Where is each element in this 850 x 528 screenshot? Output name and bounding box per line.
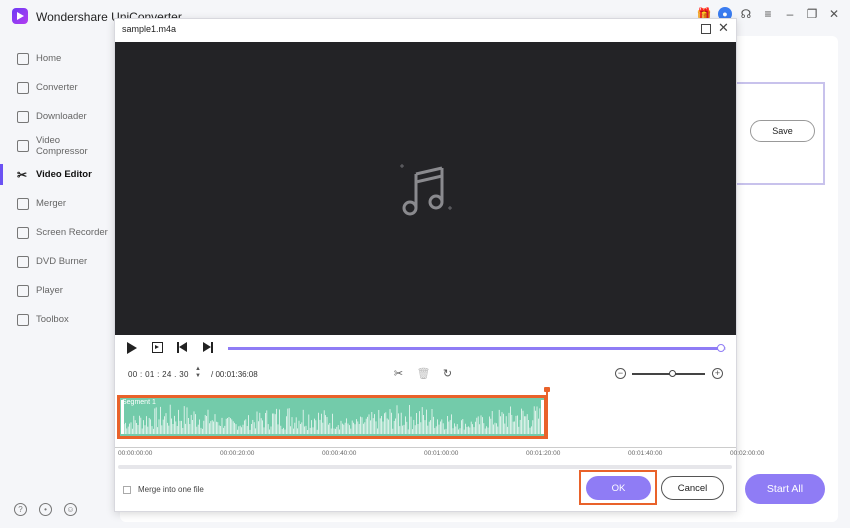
- refresh-icon[interactable]: ↻: [441, 367, 454, 380]
- segment-label: Segment 1: [122, 399, 156, 406]
- sidebar-item-label: Video Compressor: [35, 134, 88, 157]
- support-icon[interactable]: ☊: [738, 6, 754, 22]
- sidebar-item-label: Downloader: [36, 111, 87, 122]
- merger-icon: [17, 197, 29, 210]
- sidebar-item-label: Player: [36, 285, 63, 296]
- toolbox-icon: [17, 313, 29, 326]
- current-time-field[interactable]: 00 : 01 : 24 . 30: [128, 370, 189, 379]
- ruler-line: [115, 447, 736, 448]
- zoom-in-icon[interactable]: +: [712, 368, 723, 379]
- zoom-out-icon[interactable]: −: [615, 368, 626, 379]
- time-ruler: 00:00:00:00 00:00:20:00 00:00:40:00 00:0…: [115, 447, 764, 463]
- ruler-tick-label: 00:00:00:00: [118, 450, 153, 457]
- menu-icon[interactable]: ≡: [760, 6, 776, 22]
- notification-icon[interactable]: •: [39, 503, 52, 516]
- home-icon: [17, 52, 29, 65]
- play-button[interactable]: [127, 342, 137, 354]
- total-duration: / 00:01:36:08: [211, 370, 258, 379]
- player-icon: [17, 284, 29, 297]
- sidebar-item-merger[interactable]: Merger: [0, 189, 114, 218]
- dialog-title: sample1.m4a: [122, 24, 177, 34]
- stop-button[interactable]: [152, 342, 163, 353]
- previous-frame-button[interactable]: [177, 342, 187, 353]
- help-icon[interactable]: ?: [14, 503, 27, 516]
- sidebar-item-label: Toolbox: [36, 314, 69, 325]
- ruler-tick-label: 00:01:00:00: [424, 450, 459, 457]
- merge-checkbox[interactable]: [123, 485, 131, 494]
- edit-toolbar: 00 : 01 : 24 . 30 ▲ ▼ / 00:01:36:08 ✂ 🗑 ↻…: [115, 361, 736, 391]
- media-preview: [115, 42, 736, 335]
- audio-timeline: Segment 1 00:00:00:00 00:00:20:00 00:00:…: [115, 387, 764, 463]
- segment-end-handle[interactable]: [541, 400, 544, 434]
- progress-fill: [228, 347, 722, 350]
- scissors-icon[interactable]: ✂: [392, 367, 405, 380]
- sidebar-item-video-compressor[interactable]: Video Compressor: [0, 131, 114, 160]
- sidebar-item-converter[interactable]: Converter: [0, 73, 114, 102]
- downloader-icon: [17, 110, 29, 123]
- sidebar-item-dvd-burner[interactable]: DVD Burner: [0, 247, 114, 276]
- dvd-icon: [17, 255, 29, 268]
- playback-controls: [115, 335, 736, 361]
- close-icon[interactable]: ✕: [826, 6, 842, 22]
- sidebar-item-screen-recorder[interactable]: Screen Recorder: [0, 218, 114, 247]
- sidebar-footer: ? • ☺: [14, 503, 77, 516]
- sidebar-item-home[interactable]: Home: [0, 44, 114, 73]
- sidebar-item-label: Home: [36, 53, 62, 64]
- audio-segment[interactable]: Segment 1: [117, 395, 547, 439]
- zoom-slider-knob[interactable]: [668, 370, 676, 377]
- sidebar: Home Converter Downloader Video Compress…: [0, 44, 114, 334]
- sidebar-item-label: Merger: [36, 198, 67, 209]
- maximize-icon[interactable]: [701, 24, 711, 34]
- close-icon[interactable]: ✕: [718, 20, 729, 36]
- feedback-icon[interactable]: ☺: [64, 503, 77, 516]
- music-note-icon: [400, 164, 452, 216]
- cancel-button[interactable]: Cancel: [661, 476, 724, 500]
- next-frame-button[interactable]: [203, 342, 213, 353]
- save-button[interactable]: Save: [750, 120, 815, 142]
- sidebar-item-downloader[interactable]: Downloader: [0, 102, 114, 131]
- ruler-tick-label: 00:01:40:00: [628, 450, 663, 457]
- merge-option[interactable]: Merge into one file: [123, 485, 204, 494]
- sidebar-item-label: Video Editor: [36, 169, 92, 180]
- scissors-icon: ✂: [17, 167, 28, 182]
- maximize-icon[interactable]: ❐: [804, 6, 820, 22]
- sidebar-item-label: DVD Burner: [36, 256, 88, 267]
- ok-button[interactable]: OK: [586, 476, 651, 500]
- sidebar-item-label: Screen Recorder: [36, 227, 108, 238]
- ruler-tick-label: 00:02:00:00: [730, 450, 765, 457]
- time-stepper[interactable]: ▲ ▼: [195, 366, 201, 380]
- recorder-icon: [17, 226, 29, 239]
- delete-icon[interactable]: 🗑: [417, 367, 431, 380]
- timeline-scrollbar[interactable]: [118, 465, 732, 469]
- compressor-icon: [17, 139, 29, 152]
- converter-icon: [17, 81, 29, 94]
- ruler-tick-label: 00:00:20:00: [220, 450, 255, 457]
- sidebar-item-player[interactable]: Player: [0, 276, 114, 305]
- ruler-tick-label: 00:00:40:00: [322, 450, 357, 457]
- waveform: [123, 404, 541, 434]
- progress-knob[interactable]: [717, 344, 726, 352]
- playback-progress-bar[interactable]: [228, 344, 726, 352]
- ruler-tick-label: 00:01:20:00: [526, 450, 561, 457]
- playhead[interactable]: [544, 387, 550, 439]
- start-all-button[interactable]: Start All: [745, 474, 825, 504]
- merge-label: Merge into one file: [138, 485, 204, 494]
- minimize-icon[interactable]: –: [782, 6, 798, 22]
- editor-dialog: sample1.m4a ✕ 00 : 01: 24 . 30 ▲ ▼ / 00…: [114, 18, 764, 512]
- sidebar-item-label: Converter: [36, 82, 78, 93]
- sidebar-item-video-editor[interactable]: ✂ Video Editor: [0, 160, 114, 189]
- app-logo: [12, 8, 28, 24]
- sidebar-item-toolbox[interactable]: Toolbox: [0, 305, 114, 334]
